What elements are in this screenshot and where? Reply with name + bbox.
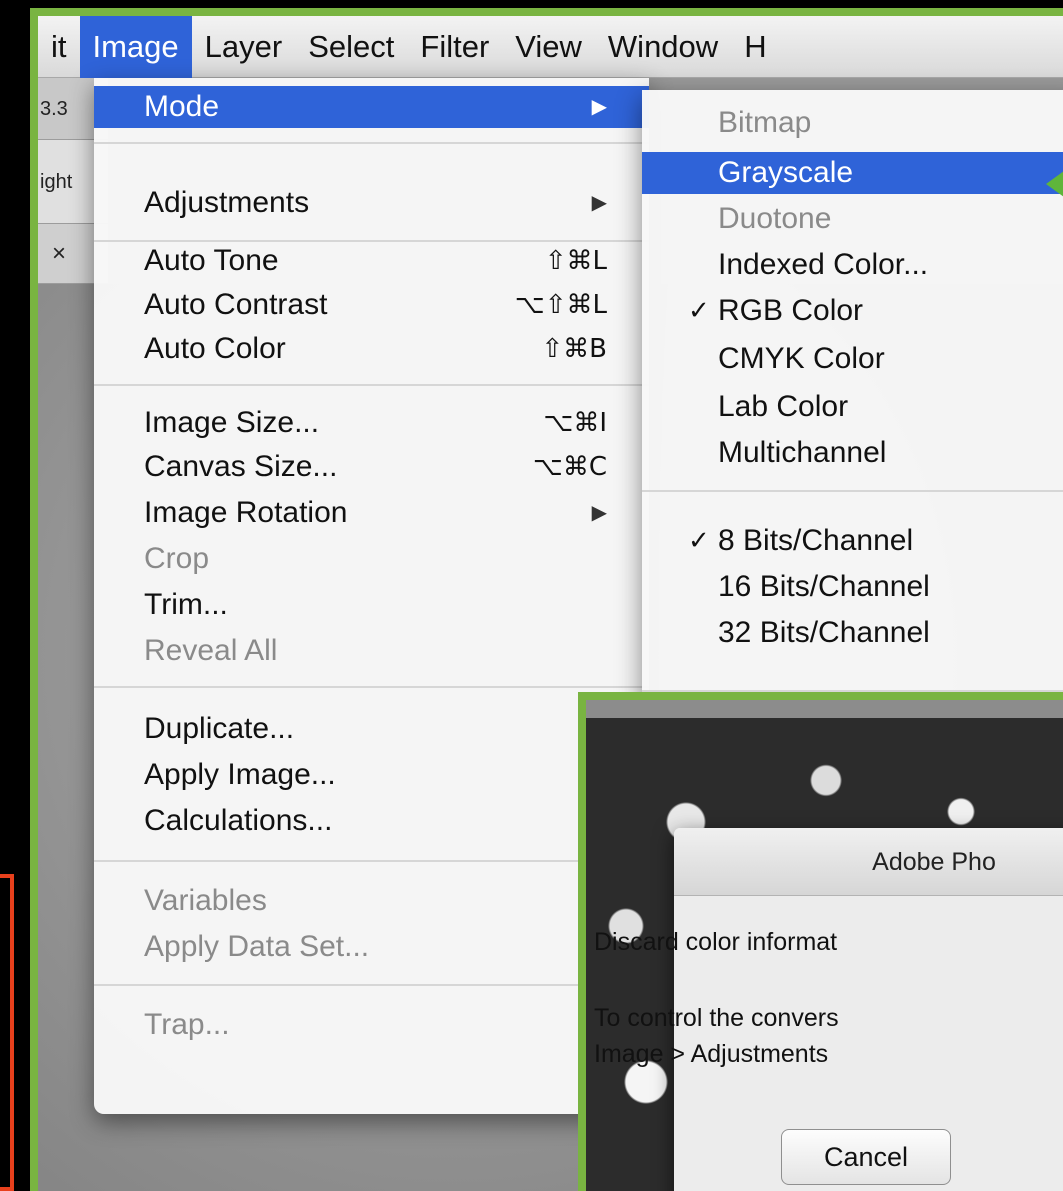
menu-item-adjustments[interactable]: Adjustments ▶ <box>94 182 649 224</box>
menu-separator <box>94 142 649 144</box>
menu-item-label: Variables <box>144 884 267 917</box>
menu-item-label: Apply Data Set... <box>144 930 370 963</box>
menu-separator <box>642 490 1063 492</box>
menu-item-label: 32 Bits/Channel <box>718 616 930 649</box>
shortcut-label: ⌥⇧⌘L <box>514 290 607 320</box>
menu-bar: it Image Layer Select Filter View Window… <box>38 16 1063 78</box>
menu-item-label: Auto Color <box>144 332 286 365</box>
menu-item-image-size[interactable]: Image Size... ⌥⌘I <box>94 402 649 444</box>
menu-item-variables: Variables <box>94 880 649 922</box>
mode-item-32-bits[interactable]: 32 Bits/Channel <box>642 612 1063 654</box>
menu-view[interactable]: View <box>502 16 595 78</box>
menu-help[interactable]: H <box>731 16 779 78</box>
menu-item-trim[interactable]: Trim... <box>94 584 649 626</box>
mode-item-8-bits[interactable]: ✓ 8 Bits/Channel <box>642 520 1063 562</box>
menu-item-duplicate[interactable]: Duplicate... <box>94 708 649 750</box>
submenu-arrow-icon: ▶ <box>591 502 607 524</box>
menu-item-label: Reveal All <box>144 634 278 667</box>
dialog-screenshot-frame: Adobe Pho Discard color informat To cont… <box>578 692 1063 1191</box>
menu-item-label: Calculations... <box>144 804 333 837</box>
window-titlebar <box>586 700 1063 718</box>
mode-item-rgb-color[interactable]: ✓ RGB Color <box>642 290 1063 332</box>
menu-item-canvas-size[interactable]: Canvas Size... ⌥⌘C <box>94 446 649 488</box>
cancel-button[interactable]: Cancel <box>781 1129 951 1185</box>
menu-item-label: Trap... <box>144 1008 230 1041</box>
checkmark-icon: ✓ <box>688 526 710 556</box>
menu-item-label: Grayscale <box>718 156 854 189</box>
menu-item-trap: Trap... <box>94 1004 649 1046</box>
menu-item-label: Image Rotation <box>144 496 348 529</box>
mode-item-16-bits[interactable]: 16 Bits/Channel <box>642 566 1063 608</box>
menu-separator <box>94 984 649 986</box>
menu-separator <box>94 384 649 386</box>
menu-edit[interactable]: it <box>38 16 80 78</box>
menu-item-label: Canvas Size... <box>144 450 338 483</box>
menu-item-calculations[interactable]: Calculations... <box>94 800 649 842</box>
checkmark-icon: ✓ <box>688 296 710 326</box>
dialog-hint-line-1: To control the convers <box>594 1004 839 1032</box>
menu-item-label: Apply Image... <box>144 758 336 791</box>
menu-separator <box>94 686 649 688</box>
menu-item-label: Indexed Color... <box>718 248 929 281</box>
menu-item-mode[interactable]: Mode ▶ <box>94 86 649 128</box>
menu-item-label: Auto Contrast <box>144 288 328 321</box>
menu-item-label: Duplicate... <box>144 712 295 745</box>
menu-filter[interactable]: Filter <box>407 16 502 78</box>
shortcut-label: ⇧⌘L <box>544 246 607 276</box>
dialog-title: Adobe Pho <box>674 828 1063 896</box>
mode-item-indexed-color[interactable]: Indexed Color... <box>642 244 1063 286</box>
mode-submenu: Bitmap Grayscale Duotone Indexed Color..… <box>642 90 1063 750</box>
menu-item-label: 16 Bits/Channel <box>718 570 930 603</box>
menu-item-label: Mode <box>144 90 220 123</box>
menu-item-label: Lab Color <box>718 390 849 423</box>
confirmation-dialog: Adobe Pho Discard color informat To cont… <box>594 828 1063 1191</box>
submenu-arrow-icon: ▶ <box>591 96 607 118</box>
menu-item-label: Adjustments <box>144 186 310 219</box>
menu-item-label: Auto Tone <box>144 244 279 277</box>
shortcut-label: ⇧⌘B <box>541 334 607 364</box>
menu-item-apply-data-set: Apply Data Set... <box>94 926 649 968</box>
menu-window[interactable]: Window <box>595 16 731 78</box>
submenu-arrow-icon: ▶ <box>591 192 607 214</box>
mode-item-cmyk-color[interactable]: CMYK Color <box>642 338 1063 380</box>
menu-item-label: CMYK Color <box>718 342 885 375</box>
menu-item-apply-image[interactable]: Apply Image... <box>94 754 649 796</box>
image-menu-dropdown: Mode ▶ Adjustments ▶ Auto Tone ⇧⌘L Auto … <box>94 78 649 1114</box>
menu-item-auto-contrast[interactable]: Auto Contrast ⌥⇧⌘L <box>94 284 649 326</box>
shortcut-label: ⌥⌘I <box>543 408 607 438</box>
menu-item-label: RGB Color <box>718 294 864 327</box>
dialog-hint-line-2: Image > Adjustments <box>594 1040 829 1068</box>
mode-item-multichannel[interactable]: Multichannel <box>642 432 1063 474</box>
menu-item-auto-tone[interactable]: Auto Tone ⇧⌘L <box>94 240 649 282</box>
menu-separator <box>94 860 649 862</box>
menu-item-label: Multichannel <box>718 436 887 469</box>
pointer-arrow-icon <box>1046 158 1063 210</box>
mode-item-lab-color[interactable]: Lab Color <box>642 386 1063 428</box>
menu-item-label: Image Size... <box>144 406 320 439</box>
mode-item-grayscale[interactable]: Grayscale <box>642 152 1063 194</box>
shortcut-label: ⌥⌘C <box>532 452 607 482</box>
dialog-message: Discard color informat <box>594 928 838 956</box>
menu-item-reveal-all: Reveal All <box>94 630 649 672</box>
menu-item-image-rotation[interactable]: Image Rotation ▶ <box>94 492 649 534</box>
menu-layer[interactable]: Layer <box>192 16 296 78</box>
menu-image[interactable]: Image <box>79 16 192 78</box>
menu-item-label: Duotone <box>718 202 832 235</box>
menu-item-label: 8 Bits/Channel <box>718 524 914 557</box>
mode-item-bitmap: Bitmap <box>642 102 1063 144</box>
menu-item-label: Bitmap <box>718 106 812 139</box>
mode-item-duotone: Duotone <box>642 198 1063 240</box>
menu-item-label: Crop <box>144 542 210 575</box>
red-accent-frame <box>0 874 14 1191</box>
menu-item-crop: Crop <box>94 538 649 580</box>
menu-item-label: Trim... <box>144 588 228 621</box>
menu-select[interactable]: Select <box>295 16 407 78</box>
menu-item-auto-color[interactable]: Auto Color ⇧⌘B <box>94 328 649 370</box>
